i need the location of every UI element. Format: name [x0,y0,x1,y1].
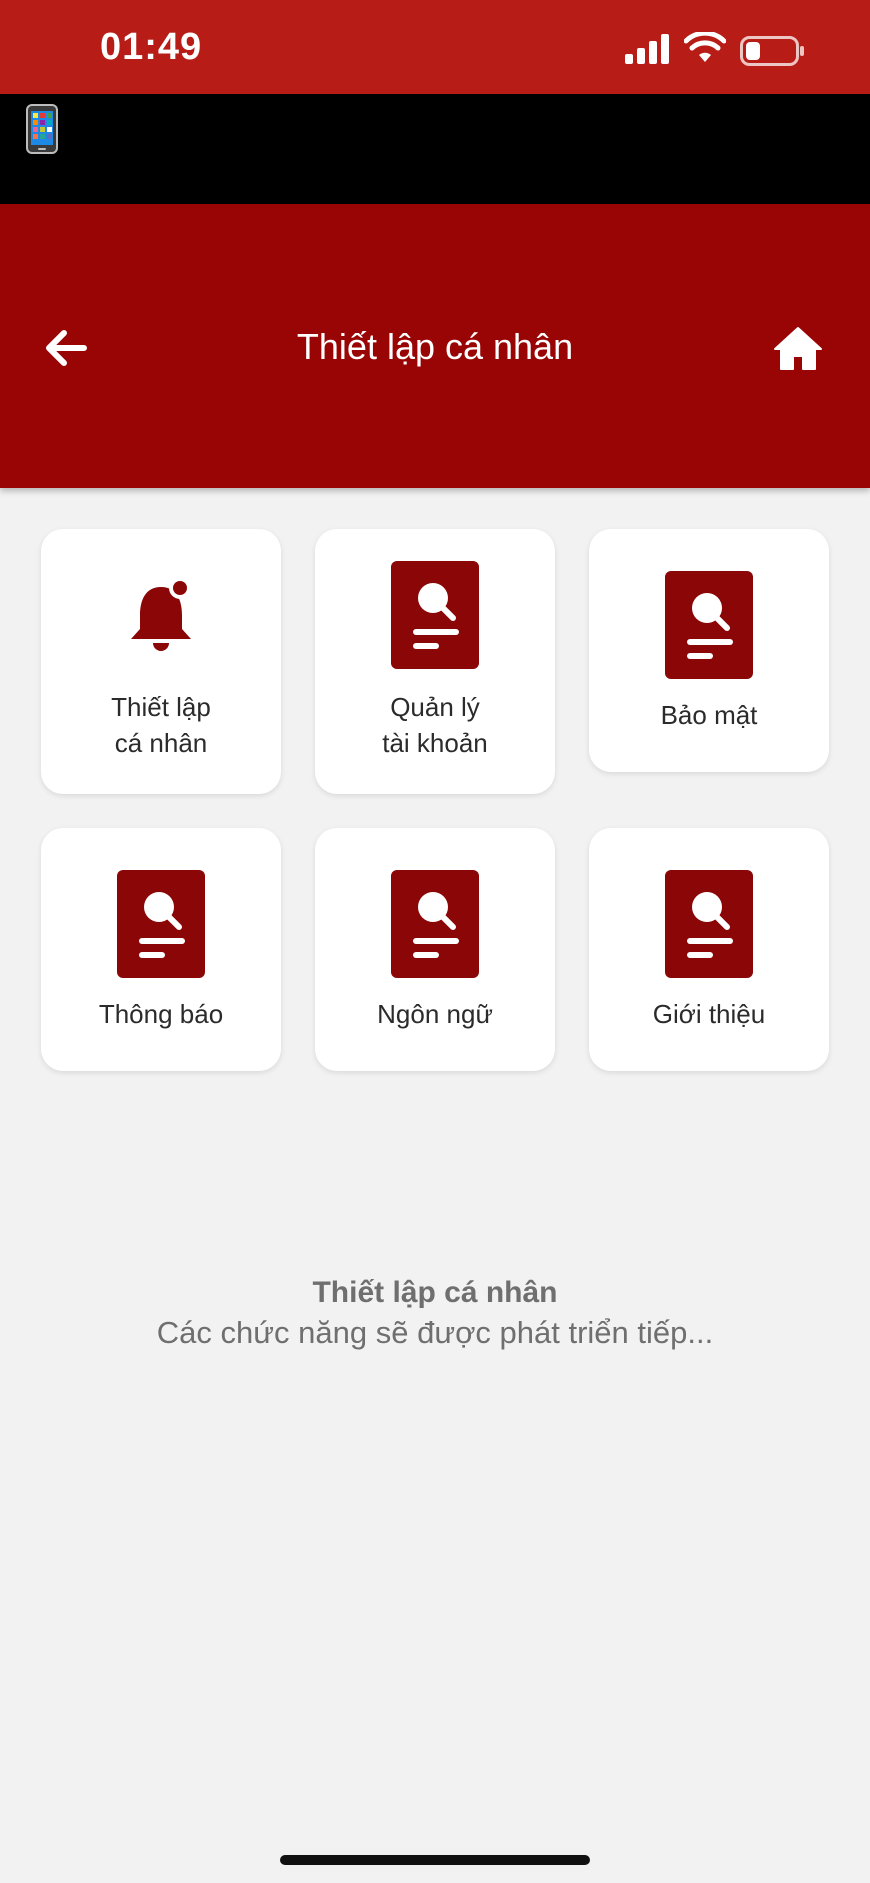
signal-icon [625,34,671,69]
about-card[interactable]: Giới thiệu [589,828,829,1071]
app-header: Thiết lập cá nhân [0,204,870,488]
card-label: Ngôn ngữ [377,999,493,1029]
card-label: Thông báo [98,999,224,1029]
bell-icon [131,577,191,651]
document-search-icon [665,870,753,978]
account-management-card[interactable]: Quản lý tài khoản [315,529,555,794]
document-search-icon [391,561,479,669]
document-search-icon [391,870,479,978]
back-button[interactable] [40,322,92,374]
document-search-icon [665,571,753,679]
status-time: 01:49 [100,26,203,68]
wifi-icon [683,30,727,69]
settings-personal-card[interactable]: Thiết lập cá nhân [41,529,281,794]
card-label-line2: tài khoản [382,728,488,758]
page-title: Thiết lập cá nhân [296,326,574,367]
security-card[interactable]: Bảo mật [589,529,829,772]
home-icon [774,327,822,370]
screen: 01:49 Thiết lập cá nhân Thiết lập cá nhâ… [0,0,870,1883]
language-card[interactable]: Ngôn ngữ [315,828,555,1071]
document-search-icon [117,870,205,978]
notification-card[interactable]: Thông báo [41,828,281,1071]
battery-icon [740,36,804,71]
card-label-line1: Quản lý [390,692,480,722]
home-indicator[interactable] [280,1855,590,1865]
arrow-left-icon [46,330,87,366]
placeholder-title: Thiết lập cá nhân [312,1276,558,1309]
home-button[interactable] [770,322,826,374]
placeholder-subtitle: Các chức năng sẽ được phát triển tiếp... [156,1315,714,1350]
card-label-line2: cá nhân [114,728,208,758]
card-label-line1: Thiết lập [111,692,211,722]
status-bar: 01:49 [0,0,870,94]
mobile-phone-icon [26,104,58,159]
card-label: Giới thiệu [652,999,766,1029]
app-switch-bar [0,94,870,204]
card-label: Bảo mật [660,700,758,730]
